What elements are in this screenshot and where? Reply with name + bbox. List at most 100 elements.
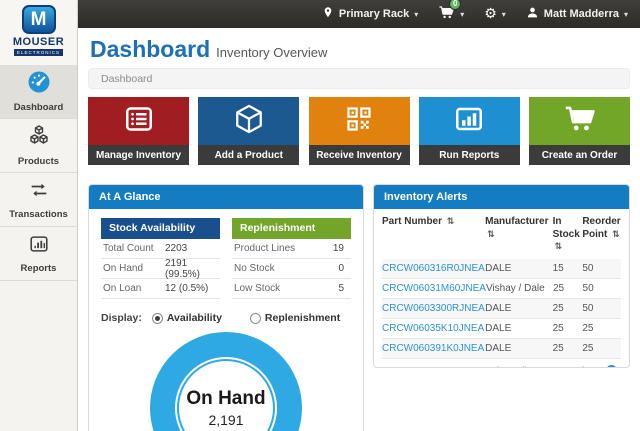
action-icon-area bbox=[419, 97, 520, 145]
radio-label: Replenishment bbox=[265, 312, 340, 324]
action-label: Create an Order bbox=[529, 145, 630, 165]
action-label: Add a Product bbox=[198, 145, 299, 165]
action-label: Receive Inventory bbox=[309, 145, 410, 165]
sidebar-item-transactions[interactable]: Transactions bbox=[0, 173, 77, 227]
sidebar-item-dashboard[interactable]: Dashboard bbox=[0, 65, 77, 119]
stat-value: 0 bbox=[338, 263, 349, 274]
part-number-link[interactable]: CRCW060391K0JNEA bbox=[382, 343, 484, 354]
report-icon bbox=[27, 233, 51, 260]
alerts-table-head: Part Number ⇅Manufacturer ⇅In Stock ⇅Reo… bbox=[382, 209, 621, 259]
alert-table-row: CRCW060391K0JNEADALE2525 bbox=[382, 339, 621, 359]
on-hand-donut-chart: On Hand 2,191 bbox=[150, 332, 302, 431]
location-dropdown[interactable]: Primary Rack ▾ bbox=[322, 6, 418, 22]
sidebar-item-label: Products bbox=[18, 156, 59, 167]
display-radio-replenishment[interactable]: Replenishment bbox=[250, 312, 340, 324]
action-icon-area bbox=[88, 97, 189, 145]
create-an-order-button[interactable]: Create an Order bbox=[529, 97, 630, 165]
inventory-alerts-table: Part Number ⇅Manufacturer ⇅In Stock ⇅Reo… bbox=[374, 209, 629, 359]
inventory-alerts-panel: Inventory Alerts Part Number ⇅Manufactur… bbox=[373, 184, 630, 368]
manufacturer-cell: DALE bbox=[485, 303, 552, 314]
radio-label: Availability bbox=[167, 312, 222, 324]
glance-tables: Stock Availability Total Count2203 On Han… bbox=[89, 209, 363, 299]
stat-label: Low Stock bbox=[234, 283, 338, 294]
qr-icon bbox=[344, 105, 374, 138]
breadcrumb: Dashboard bbox=[88, 68, 630, 89]
reorder-point-cell: 25 bbox=[582, 343, 621, 354]
stat-row-on-loan: On Loan12 (0.5%) bbox=[101, 279, 220, 299]
cart-icon: 0 bbox=[438, 5, 455, 23]
at-a-glance-panel: At A Glance Stock Availability Total Cou… bbox=[88, 184, 364, 431]
cart-dropdown[interactable]: 0 ▾ bbox=[438, 5, 464, 23]
cubes-icon bbox=[27, 124, 51, 153]
page-subtitle: Inventory Overview bbox=[216, 45, 327, 60]
action-icon-area bbox=[529, 97, 630, 145]
reorder-point-cell: 50 bbox=[582, 263, 621, 274]
top-navbar: Primary Rack ▾ 0 ▾ ⚙ ▾ Matt Madderra ▾ bbox=[78, 0, 640, 28]
reorder-point-cell: 50 bbox=[583, 283, 621, 294]
part-number-link[interactable]: CRCW06031M60JNEA bbox=[382, 283, 486, 294]
part-number-link[interactable]: CRCW06035K10JNEA bbox=[382, 323, 484, 334]
logo-brand-name: MOUSER bbox=[13, 36, 64, 48]
stat-row-product-lines: Product Lines19 bbox=[232, 239, 351, 259]
run-reports-button[interactable]: Run Reports bbox=[419, 97, 520, 165]
view-all-alerts-label: View All Inventory Alerts bbox=[490, 365, 602, 369]
stock-availability-header: Stock Availability bbox=[101, 218, 220, 239]
part-number-link[interactable]: CRCW060316R0JNEA bbox=[382, 263, 485, 274]
part-number-link[interactable]: CRCW0603300RJNEA bbox=[382, 303, 485, 314]
column-header-reorder-point[interactable]: Reorder Point ⇅ bbox=[582, 216, 621, 254]
sidebar-item-label: Transactions bbox=[9, 209, 68, 220]
main-content: DashboardInventory Overview Dashboard Ma… bbox=[78, 28, 640, 431]
sort-icon: ⇅ bbox=[612, 230, 620, 240]
in-stock-cell: 15 bbox=[553, 263, 583, 274]
display-radio-availability[interactable]: Availability bbox=[152, 312, 222, 324]
chevron-down-icon: ▾ bbox=[502, 10, 506, 19]
manufacturer-cell: DALE bbox=[485, 263, 552, 274]
sort-icon: ⇅ bbox=[487, 230, 495, 240]
in-stock-cell: 25 bbox=[553, 343, 583, 354]
display-radio-group: Availability Replenishment bbox=[152, 312, 364, 324]
logo-brand-sub: ELECTRONICS bbox=[14, 49, 63, 56]
stat-row-total-count: Total Count2203 bbox=[101, 239, 220, 259]
sidebar-item-reports[interactable]: Reports bbox=[0, 227, 77, 281]
stat-label: On Loan bbox=[103, 283, 165, 294]
stat-label: Product Lines bbox=[234, 243, 333, 254]
stat-label: Total Count bbox=[103, 243, 165, 254]
display-label: Display: bbox=[101, 312, 142, 324]
at-a-glance-header: At A Glance bbox=[89, 185, 363, 209]
chart-icon bbox=[453, 104, 485, 139]
sort-icon: ⇅ bbox=[555, 242, 563, 252]
alert-table-row: CRCW06031M60JNEAVishay / Dale2550 bbox=[382, 279, 621, 299]
user-icon bbox=[526, 6, 539, 22]
action-label: Run Reports bbox=[419, 145, 520, 165]
manufacturer-cell: Vishay / Dale bbox=[486, 283, 553, 294]
user-dropdown[interactable]: Matt Madderra ▾ bbox=[526, 6, 628, 22]
stat-value: 12 (0.5%) bbox=[165, 283, 218, 294]
chevron-down-icon: ▾ bbox=[414, 10, 418, 19]
settings-dropdown[interactable]: ⚙ ▾ bbox=[484, 7, 506, 21]
display-toggle-row: Display: Availability Replenishment bbox=[89, 299, 363, 324]
list-icon bbox=[123, 104, 155, 139]
stat-label: On Hand bbox=[103, 263, 165, 274]
column-header-in-stock[interactable]: In Stock ⇅ bbox=[553, 216, 583, 254]
donut-value: 2,191 bbox=[208, 412, 243, 428]
column-header-manufacturer[interactable]: Manufacturer ⇅ bbox=[485, 216, 552, 254]
receive-inventory-button[interactable]: Receive Inventory bbox=[309, 97, 410, 165]
breadcrumb-current: Dashboard bbox=[101, 73, 152, 85]
replenishment-header: Replenishment bbox=[232, 218, 351, 239]
replenishment-table: Replenishment Product Lines19No Stock0 Lo… bbox=[232, 218, 351, 299]
reorder-point-cell: 25 bbox=[582, 323, 621, 334]
gauge-icon bbox=[27, 70, 51, 99]
in-stock-cell: 25 bbox=[553, 303, 583, 314]
sidebar-item-products[interactable]: Products bbox=[0, 119, 77, 173]
view-all-alerts-link[interactable]: View All Inventory Alerts › bbox=[374, 359, 629, 369]
location-pin-icon bbox=[322, 6, 334, 22]
sidebar-item-label: Dashboard bbox=[14, 102, 64, 113]
manage-inventory-button[interactable]: Manage Inventory bbox=[88, 97, 189, 165]
radio-unselected-icon bbox=[250, 313, 261, 324]
mouser-logo[interactable]: M MOUSER ELECTRONICS bbox=[0, 0, 78, 65]
add-a-product-button[interactable]: Add a Product bbox=[198, 97, 299, 165]
stat-row-no-stock: No Stock0 bbox=[232, 259, 351, 279]
column-header-part-number[interactable]: Part Number ⇅ bbox=[382, 216, 485, 254]
circle-arrow-icon: › bbox=[606, 365, 617, 368]
cart-icon bbox=[563, 104, 597, 139]
